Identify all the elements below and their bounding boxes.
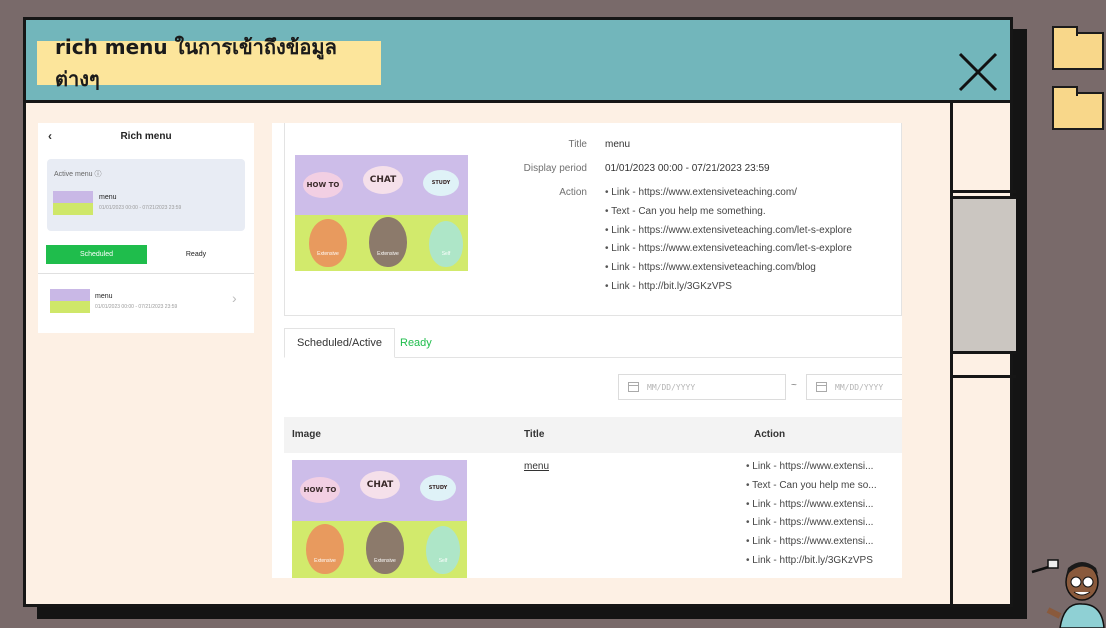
menu-thumbnail (50, 289, 90, 313)
bubble-how-to: HOW TO (300, 477, 340, 503)
action-item: Link - https://www.extensiveteaching.com… (605, 262, 852, 281)
column-header-action: Action (754, 429, 786, 440)
tile-extensive: Extensive (369, 217, 407, 267)
detail-card: HOW TO CHAT STUDY Extensive Extensive Se… (284, 123, 902, 316)
rich-menu-image: HOW TO CHAT STUDY Extensive Extensive Se… (292, 460, 467, 578)
divider (38, 273, 254, 274)
table-header: Image Title Action (284, 417, 902, 453)
action-item: Link - https://www.extensi... (746, 461, 896, 480)
title-label: Title (568, 139, 587, 150)
list-item-period: 01/01/2023 00:00 - 07/21/2023 23:59 (95, 304, 178, 310)
divider (953, 190, 1016, 193)
active-menu-title: menu (99, 194, 117, 201)
display-period-label: Display period (523, 163, 587, 174)
action-list: Link - https://www.extensiveteaching.com… (605, 187, 852, 300)
start-date-placeholder: MM/DD/YYYY (647, 382, 696, 392)
tab-ready[interactable]: Ready (147, 245, 245, 264)
action-item: Text - Can you help me so... (746, 480, 896, 499)
mobile-header: ‹ Rich menu (38, 123, 254, 149)
display-period-value: 01/01/2023 00:00 - 07/21/2023 23:59 (605, 163, 770, 174)
bubble-chat: CHAT (363, 166, 403, 194)
end-date-placeholder: MM/DD/YYYY (835, 382, 884, 392)
tab-scheduled-active[interactable]: Scheduled/Active (284, 328, 395, 358)
mobile-rich-menu-screen: ‹ Rich menu Active menu ⓘ menu 01/01/202… (38, 123, 254, 333)
rich-menu-image: HOW TO CHAT STUDY Extensive Extensive Se… (295, 155, 468, 271)
start-date-input[interactable]: MM/DD/YYYY (618, 374, 786, 400)
column-header-title: Title (524, 429, 545, 440)
active-menu-period: 01/01/2023 00:00 - 07/21/2023 23:59 (99, 205, 182, 211)
action-item: Link - https://www.extensiveteaching.com… (605, 243, 852, 262)
active-menu-card[interactable]: Active menu ⓘ menu 01/01/2023 00:00 - 07… (47, 159, 245, 231)
list-item[interactable]: menu 01/01/2023 00:00 - 07/21/2023 23:59… (38, 279, 254, 319)
side-panel (953, 196, 1016, 354)
action-item: Link - https://www.extensiveteaching.com… (605, 187, 852, 206)
row-action-list: Link - https://www.extensi... Text - Can… (746, 461, 896, 574)
calendar-icon (628, 382, 639, 392)
action-item: Link - http://bit.ly/3GKzVPS (746, 555, 896, 574)
mobile-header-title: Rich menu (120, 131, 172, 142)
tab-bar: Scheduled/Active Ready (284, 328, 902, 358)
bubble-study: STUDY (420, 475, 456, 501)
title-bar: rich menu ในการเข้าถึงข้อมูลต่างๆ (26, 20, 1010, 103)
info-icon: ⓘ (94, 171, 102, 178)
row-title-link[interactable]: menu (524, 461, 549, 472)
action-item: Text - Can you help me something. (605, 206, 852, 225)
folder-icon[interactable] (1052, 86, 1104, 130)
table-row: HOW TO CHAT STUDY Extensive Extensive Se… (284, 453, 902, 578)
tile-self: Self (426, 526, 460, 574)
date-separator: ~ (791, 380, 797, 391)
tile-extensive: Extensive (366, 522, 404, 574)
action-item: Link - https://www.extensiveteaching.com… (605, 225, 852, 244)
action-item: Link - https://www.extensi... (746, 536, 896, 555)
folder-icon[interactable] (1052, 26, 1104, 70)
tab-ready[interactable]: Ready (388, 328, 444, 358)
slide-title: rich menu ในการเข้าถึงข้อมูลต่างๆ (37, 35, 381, 91)
calendar-icon (816, 382, 827, 392)
action-item: Link - https://www.extensi... (746, 499, 896, 518)
divider (953, 375, 1016, 378)
title-value: menu (605, 139, 631, 150)
chevron-right-icon: › (232, 290, 237, 306)
tile-extensive: Extensive (309, 219, 347, 267)
speaker-character-illustration (1031, 559, 1105, 628)
action-label: Action (559, 187, 587, 198)
column-header-image: Image (292, 429, 321, 440)
action-item: Link - https://www.extensi... (746, 517, 896, 536)
web-rich-menu-screen: HOW TO CHAT STUDY Extensive Extensive Se… (272, 123, 902, 578)
menu-thumbnail (53, 191, 93, 215)
close-icon[interactable] (956, 50, 1000, 94)
bubble-chat: CHAT (360, 471, 400, 499)
tile-self: Self (429, 221, 463, 267)
bubble-study: STUDY (423, 170, 459, 196)
list-item-title: menu (95, 293, 113, 300)
end-date-input[interactable]: MM/DD/YYYY (806, 374, 902, 400)
action-item: Link - http://bit.ly/3GKzVPS (605, 281, 852, 300)
tab-scheduled[interactable]: Scheduled (46, 245, 147, 264)
active-menu-label: Active menu ⓘ (54, 171, 102, 178)
bubble-how-to: HOW TO (303, 172, 343, 198)
tile-extensive: Extensive (306, 524, 344, 574)
